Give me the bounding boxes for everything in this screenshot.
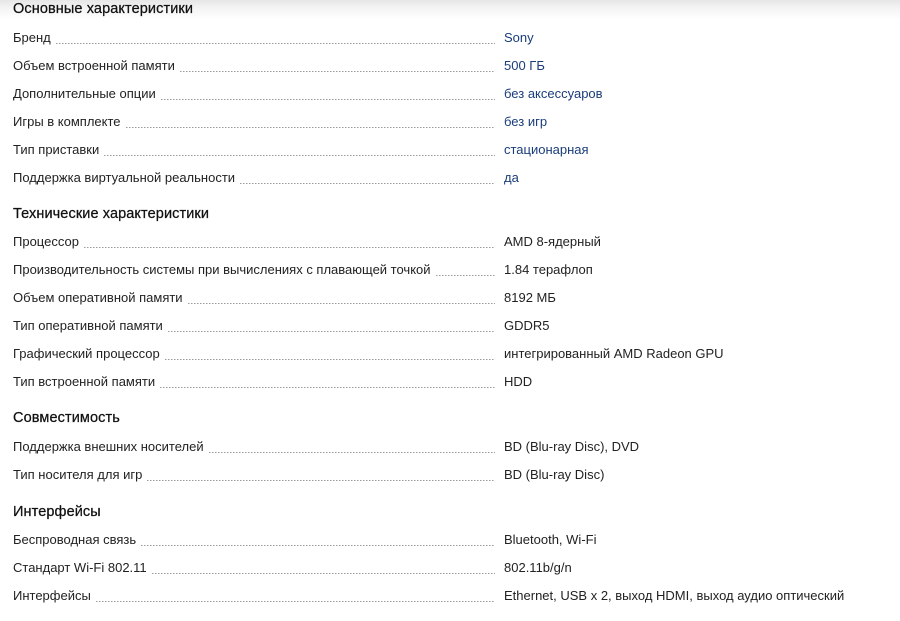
dotted-leader [55,43,495,44]
spec-name: Дополнительные опции [13,86,161,104]
section-title: Совместимость [13,410,120,426]
spec-value-link[interactable]: 500 ГБ [504,56,545,78]
spec-name: Поддержка внешних носителей [13,439,209,457]
spec-name: Тип приставки [13,142,105,160]
spec-row-flops: Производительность системы при вычислени… [0,260,900,280]
spec-value-link[interactable]: да [504,168,519,190]
spec-name: Процессор [13,234,84,252]
spec-value: Bluetooth, Wi-Fi [504,532,597,547]
dotted-leader [151,573,495,574]
spec-value-link[interactable]: Sony [504,28,534,50]
dotted-leader [187,303,495,304]
spec-row-gpu: Графический процессор интегрированный AM… [0,344,900,364]
spec-value: BD (Blu-ray Disc) [504,467,605,482]
dotted-leader [164,359,495,360]
spec-row-storage: Объем встроенной памяти 500 ГБ [0,56,900,76]
spec-name: Тип встроенной памяти [13,374,161,392]
spec-name: Объем оперативной памяти [13,290,188,308]
spec-name: Объем встроенной памяти [13,58,180,76]
dotted-leader [167,331,495,332]
dotted-leader [208,452,495,453]
dotted-leader [95,601,495,602]
spec-row-storage-type: Тип встроенной памяти HDD [0,372,900,392]
spec-row-games: Игры в комплекте без игр [0,112,900,132]
spec-name: Интерфейсы [13,588,96,606]
spec-value: GDDR5 [504,318,550,333]
dotted-leader [160,99,495,100]
spec-name: Стандарт Wi-Fi 802.11 [13,560,152,578]
dotted-leader [435,275,495,276]
spec-name: Тип носителя для игр [13,467,148,485]
spec-name: Беспроводная связь [13,532,142,550]
spec-row-game-media: Тип носителя для игр BD (Blu-ray Disc) [0,465,900,485]
dotted-leader [179,71,495,72]
spec-value: 802.11b/g/n [504,560,572,575]
spec-name: Бренд [13,30,56,48]
dotted-leader [141,545,495,546]
spec-row-cpu: Процессор AMD 8-ядерный [0,232,900,252]
dotted-leader [240,183,495,184]
dotted-leader [147,480,495,481]
spec-value-link[interactable]: без игр [504,112,547,134]
spec-name: Игры в комплекте [13,114,126,132]
spec-name: Тип оперативной памяти [13,318,168,336]
spec-name: Графический процессор [13,346,165,364]
spec-value: BD (Blu-ray Disc), DVD [504,439,640,454]
spec-value-link[interactable]: без аксессуаров [504,84,603,106]
spec-row-vr: Поддержка виртуальной реальности да [0,168,900,188]
section-title: Технические характеристики [13,206,210,222]
spec-value-link[interactable]: стационарная [504,140,589,162]
dotted-leader [104,155,495,156]
spec-row-wifi-standard: Стандарт Wi-Fi 802.11 802.11b/g/n [0,558,900,578]
spec-row-ram: Объем оперативной памяти 8192 МБ [0,288,900,308]
spec-value: Ethernet, USB x 2, выход HDMI, выход ауд… [504,588,845,603]
spec-value: 8192 МБ [504,290,556,305]
dotted-leader [83,247,495,248]
spec-value: AMD 8-ядерный [504,234,601,249]
spec-value: интегрированный AMD Radeon GPU [504,346,724,361]
spec-row-wireless: Беспроводная связь Bluetooth, Wi-Fi [0,530,900,550]
spec-row-console-type: Тип приставки стационарная [0,140,900,160]
spec-row-ram-type: Тип оперативной памяти GDDR5 [0,316,900,336]
dotted-leader [160,387,495,388]
spec-row-interfaces: Интерфейсы Ethernet, USB x 2, выход HDMI… [0,586,900,606]
spec-row-options: Дополнительные опции без аксессуаров [0,84,900,104]
spec-value: 1.84 терафлоп [504,262,593,277]
spec-name: Поддержка виртуальной реальности [13,170,241,188]
spec-row-brand: Бренд Sony [0,28,900,48]
section-title: Основные характеристики [13,1,194,17]
spec-row-external-media: Поддержка внешних носителей BD (Blu-ray … [0,437,900,457]
dotted-leader [125,127,495,128]
spec-value: HDD [504,374,533,389]
spec-name: Производительность системы при вычислени… [13,262,436,280]
section-title: Интерфейсы [13,504,101,520]
